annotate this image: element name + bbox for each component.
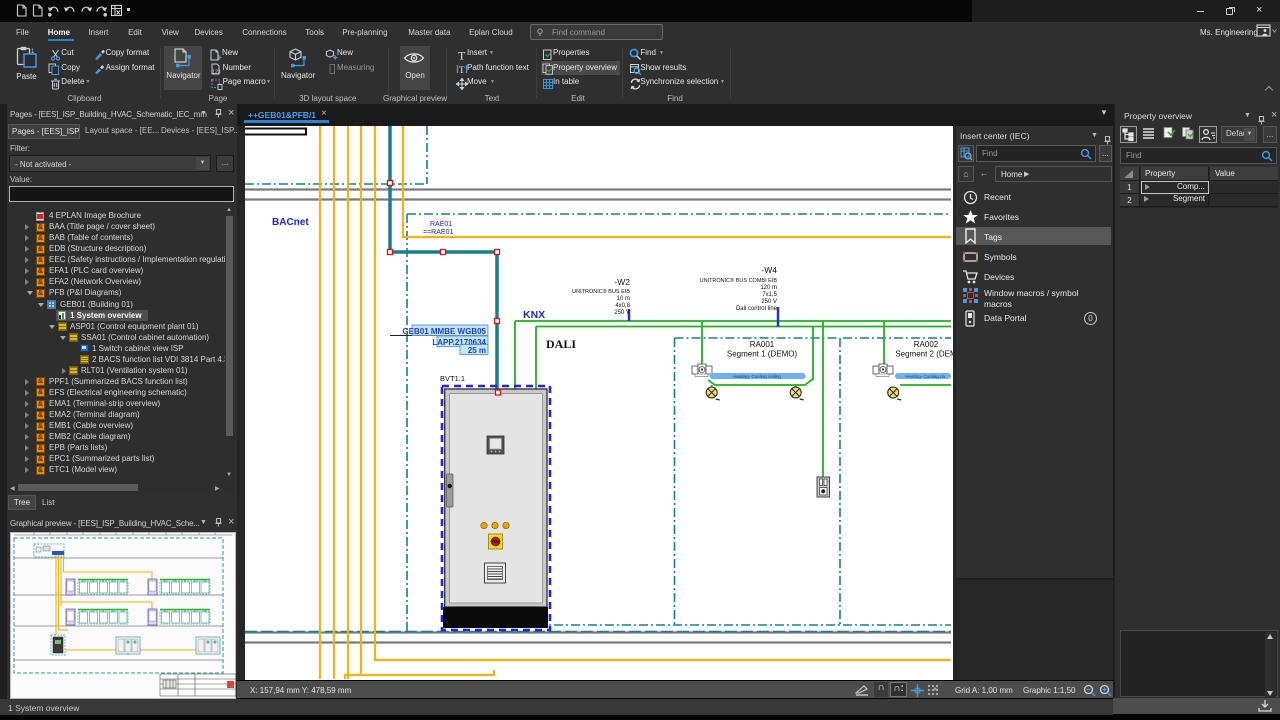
- svg-text:10 m: 10 m: [617, 296, 630, 302]
- svg-text:120 m: 120 m: [760, 285, 777, 291]
- svg-text:BVT1.1: BVT1.1: [440, 374, 465, 383]
- svg-text:Segment 1 (DEMO): Segment 1 (DEMO): [727, 350, 798, 359]
- svg-text:GEB01 MMBE WGB05: GEB01 MMBE WGB05: [402, 327, 486, 336]
- svg-text:KNX: KNX: [523, 309, 545, 321]
- svg-text:DALI: DALI: [546, 337, 576, 351]
- svg-text:25 m: 25 m: [468, 346, 486, 355]
- svg-text:RAE01: RAE01: [430, 221, 452, 228]
- svg-text:==RAE01: ==RAE01: [423, 229, 453, 236]
- svg-text:-W4: -W4: [761, 265, 777, 275]
- svg-text:250 V: 250 V: [761, 299, 777, 305]
- svg-text:Heating- Cooling ca: Heating- Cooling ca: [905, 374, 945, 379]
- svg-text:UNITRONIC® BUS EIB: UNITRONIC® BUS EIB: [572, 288, 630, 295]
- svg-text:Heating- Cooling ceiling: Heating- Cooling ceiling: [733, 374, 781, 379]
- svg-text:7x1,5: 7x1,5: [762, 292, 777, 298]
- svg-text:4x0,8: 4x0,8: [615, 303, 630, 309]
- svg-text:T: T: [459, 65, 465, 75]
- svg-text:RA002: RA002: [914, 340, 939, 349]
- svg-text:T: T: [458, 49, 466, 61]
- svg-text:BACnet: BACnet: [272, 217, 309, 228]
- svg-text:123: 123: [212, 70, 221, 76]
- svg-text:Dali control line: Dali control line: [736, 306, 778, 312]
- svg-text:-W2: -W2: [614, 277, 630, 287]
- svg-text:RA001: RA001: [750, 340, 775, 349]
- svg-text:Segment 2 (DEM: Segment 2 (DEM: [895, 350, 953, 359]
- svg-text:250 V: 250 V: [614, 310, 630, 316]
- svg-text:UNITRONIC® BUS COMBI EIB: UNITRONIC® BUS COMBI EIB: [700, 277, 778, 284]
